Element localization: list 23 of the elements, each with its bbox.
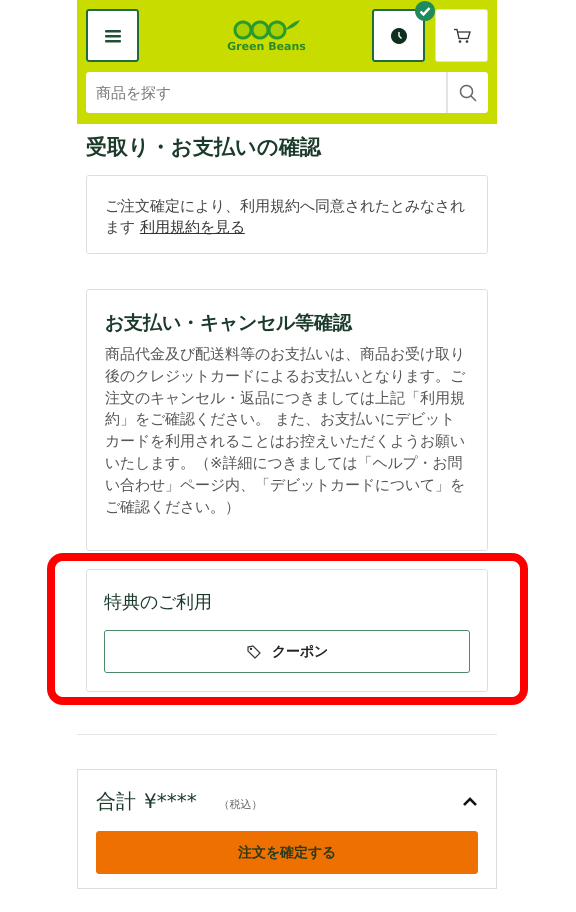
section-title: 特典のご利用 bbox=[104, 591, 213, 614]
page-title: 受取り・お支払いの確認 bbox=[86, 134, 322, 161]
menu-icon bbox=[104, 28, 120, 42]
coupon-button[interactable]: クーポン bbox=[104, 630, 470, 673]
menu-button[interactable] bbox=[86, 9, 139, 62]
history-button[interactable] bbox=[372, 9, 425, 62]
tax-note: （税込） bbox=[218, 797, 263, 812]
terms-link[interactable]: 利用規約を見る bbox=[140, 218, 245, 236]
clock-icon bbox=[390, 28, 406, 44]
payment-text: 商品代金及び配送料等のお支払いは、商品お受け取り後のクレジットカードによるお支払いとなります。ご注文のキャンセル・返品につきましては上記「利用規約」をご確認ください。 また、お支払いにデビットカードを利用されることはお控えいただくようお願いいたします。（※詳細につきましては「ヘルプ・お問い合わせ」ページ内、「デビットカードについて」をご確認ください。） bbox=[105, 344, 466, 518]
total-label: 合計 bbox=[96, 788, 136, 815]
tag-icon bbox=[246, 644, 262, 660]
search-icon bbox=[459, 84, 477, 102]
terms-notice: ご注文確定により、利用規約へ同意されたとみなされます 利用規約を見る bbox=[105, 196, 466, 238]
logo-text: Green Beans bbox=[227, 40, 306, 53]
cart-icon bbox=[452, 28, 470, 44]
search-button[interactable] bbox=[446, 72, 488, 113]
total-amount: ¥**** bbox=[144, 789, 197, 813]
search-field[interactable]: 商品を探す bbox=[86, 72, 446, 113]
chevron-icon[interactable] bbox=[462, 796, 478, 806]
logo-icon bbox=[232, 18, 302, 40]
confirm-order-button[interactable]: 注文を確定する bbox=[96, 831, 478, 874]
section-title: お支払い・キャンセル等確認 bbox=[105, 311, 354, 336]
